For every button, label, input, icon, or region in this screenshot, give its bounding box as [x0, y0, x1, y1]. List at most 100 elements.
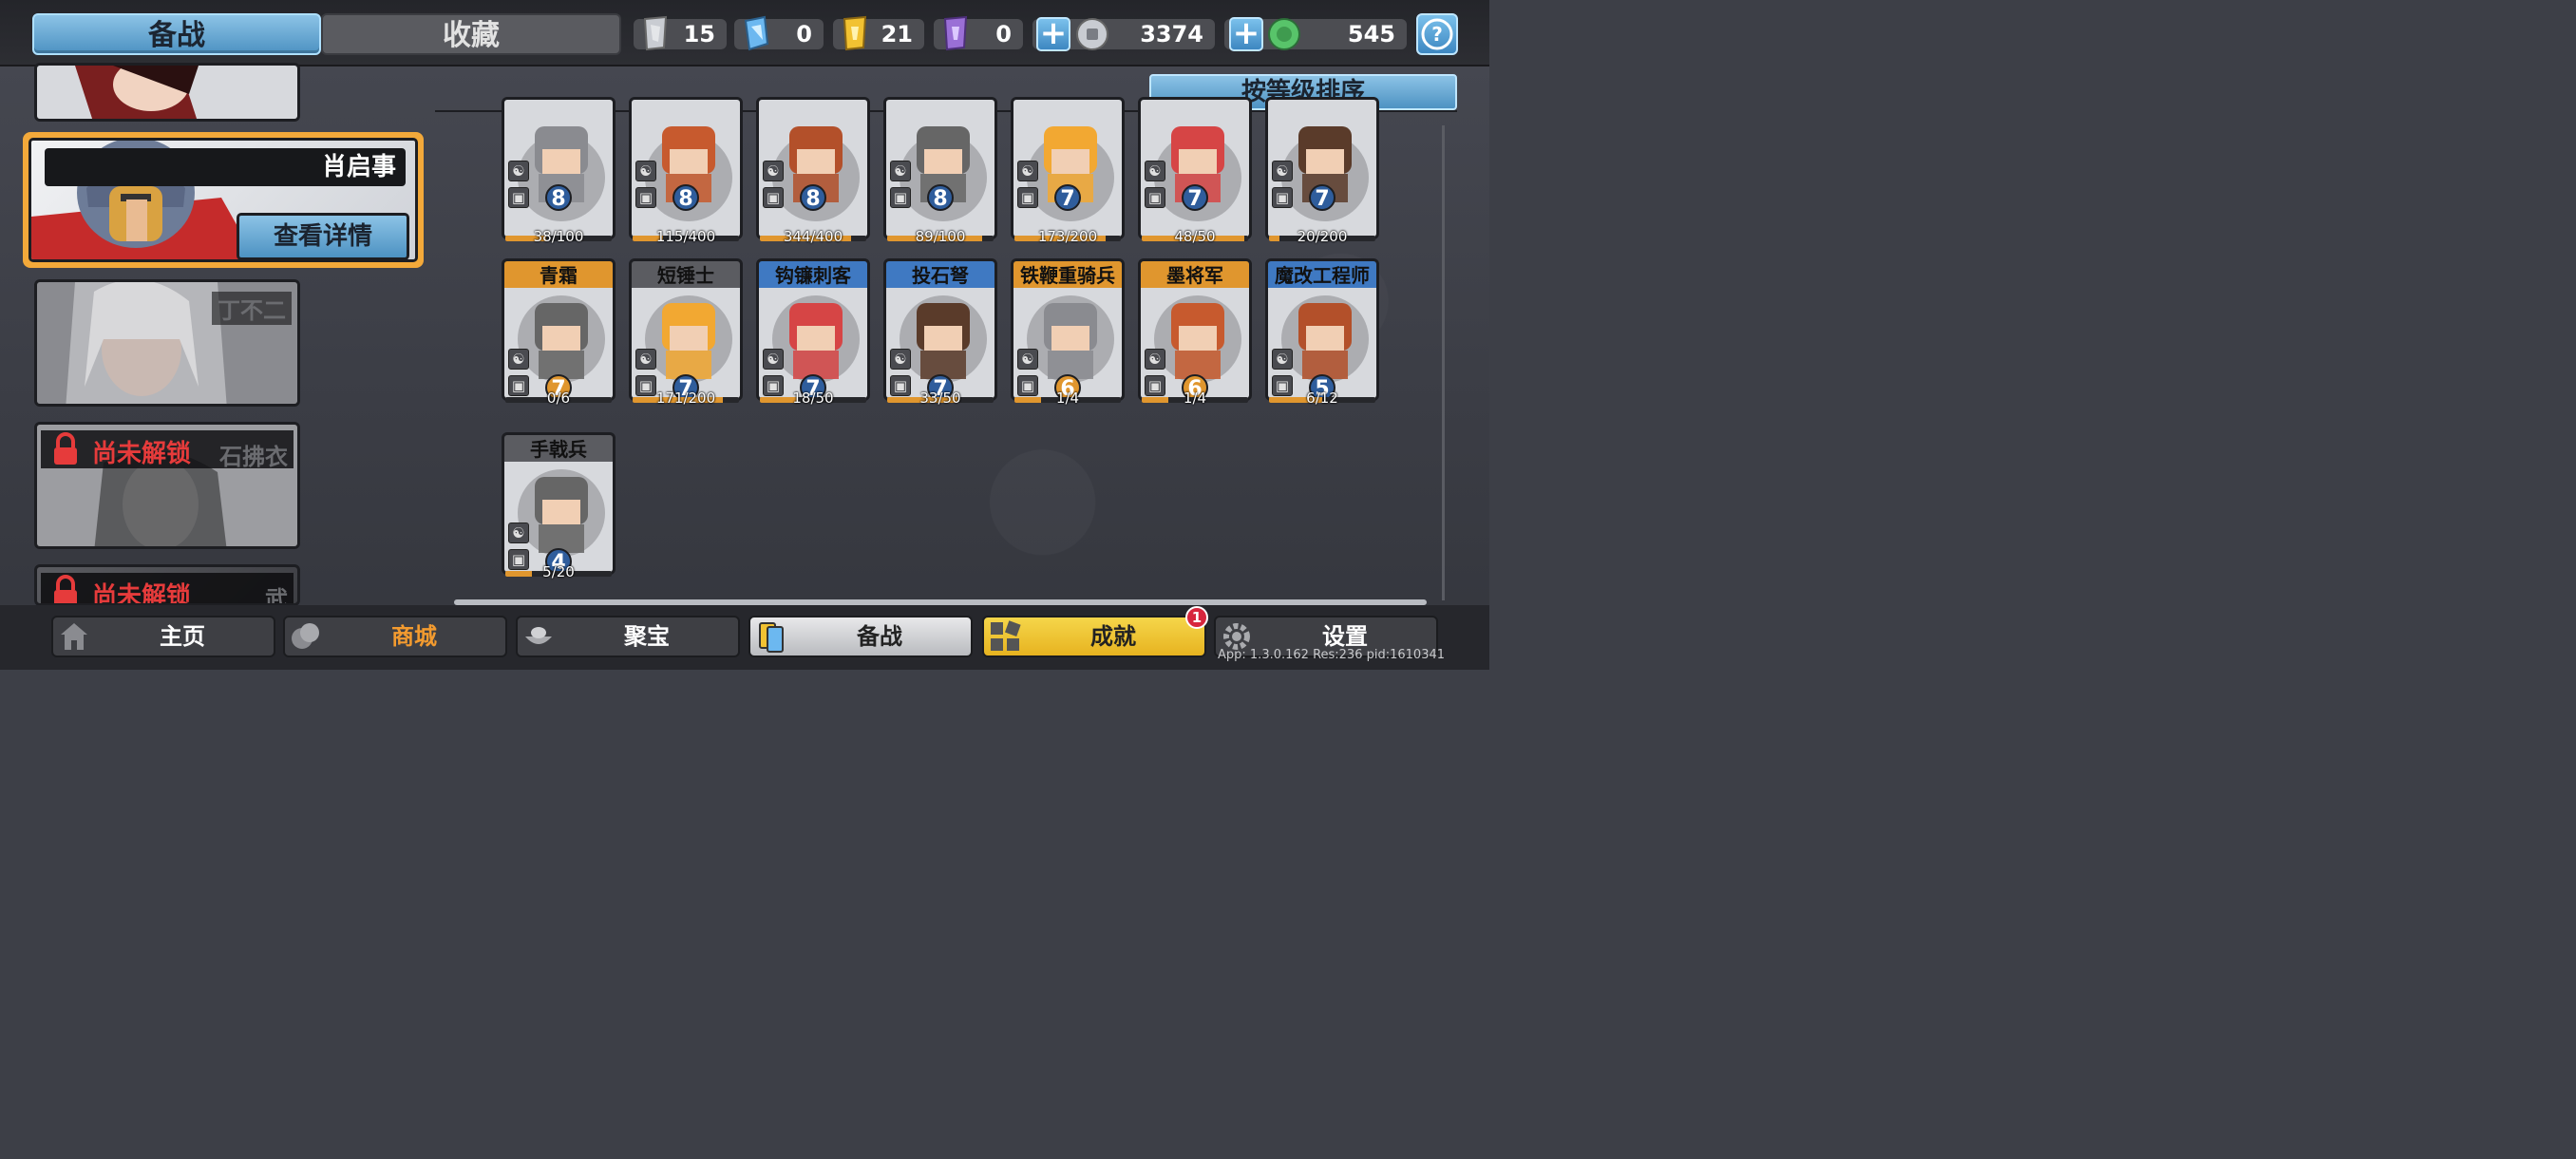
skill-icon: ▣: [890, 187, 911, 208]
unit-shard-count: 20/200: [1297, 228, 1348, 245]
skill-icon: ☯: [1272, 349, 1293, 370]
unit-shard-count: 0/6: [546, 390, 571, 407]
skill-icon: ☯: [890, 349, 911, 370]
skill-icon: ▣: [508, 187, 529, 208]
locked-label: 尚未解锁: [92, 440, 192, 468]
nav-achievement[interactable]: 成就: [982, 616, 1206, 657]
unit-card[interactable]: ☯ ▣ 8 38/100: [502, 97, 616, 249]
unit-portrait: [518, 469, 605, 557]
skill-icon: ☯: [1145, 349, 1165, 370]
resource-silver-scroll: 15: [634, 15, 727, 51]
unit-card-frame: ☯ ▣: [883, 97, 997, 239]
skill-icon: ☯: [890, 161, 911, 181]
unit-shard-count: 33/50: [919, 390, 961, 407]
unit-level: 7: [1309, 184, 1335, 211]
unit-card[interactable]: ☯ ▣ 8 115/400: [629, 97, 743, 249]
unit-level: 8: [545, 184, 572, 211]
unit-card-frame: ☯ ▣: [1011, 97, 1125, 239]
unit-card-frame: ☯ ▣: [629, 97, 743, 239]
unit-card[interactable]: ☯ ▣ 7 173/200: [1011, 97, 1125, 249]
unit-card[interactable]: 墨将军 ☯ ▣ 6 1/4: [1138, 258, 1252, 410]
skill-icon: ☯: [1272, 161, 1293, 181]
help-button[interactable]: ?: [1416, 13, 1458, 55]
resource-gold-scroll: 21: [833, 15, 924, 51]
unit-shard-count: 115/400: [655, 228, 716, 245]
unit-portrait: [1027, 295, 1114, 383]
coins-icon: [292, 623, 319, 649]
nav-shop[interactable]: 商城: [283, 616, 507, 657]
unit-portrait: [518, 295, 605, 383]
blue-crystal-icon: [744, 15, 769, 51]
lock-icon: [54, 575, 77, 603]
view-details-button[interactable]: 查看详情: [237, 213, 409, 259]
unit-portrait: [772, 295, 860, 383]
unit-shard-count: 48/50: [1174, 228, 1216, 245]
skill-icon: ☯: [1145, 161, 1165, 181]
unit-card[interactable]: ☯ ▣ 8 89/100: [883, 97, 997, 249]
resource-purple-scroll: 0: [934, 15, 1023, 51]
nav-prepare[interactable]: 备战: [748, 616, 973, 657]
skill-icon: ☯: [508, 349, 529, 370]
hero-name: 丁不二: [212, 292, 292, 325]
hero-card-locked[interactable]: 尚未解锁 武: [34, 564, 300, 606]
unit-shard-count: 5/20: [542, 563, 575, 580]
hero-name: 肖启事: [45, 148, 406, 186]
skill-icon: ☯: [508, 522, 529, 543]
skill-icon: ☯: [1017, 161, 1038, 181]
unit-card[interactable]: 短锤士 ☯ ▣ 7 171/200: [629, 258, 743, 410]
lock-banner: 尚未解锁 武: [41, 573, 294, 606]
unit-card[interactable]: 魔改工程师 ☯ ▣ 5 6/12: [1265, 258, 1379, 410]
hero-card[interactable]: 丁不二: [34, 279, 300, 407]
unit-card-frame: ☯ ▣: [502, 97, 616, 239]
unit-card[interactable]: 钩镰刺客 ☯ ▣ 7 18/50: [756, 258, 870, 410]
achievement-grid-icon: [991, 620, 1021, 651]
lock-icon: [54, 432, 77, 465]
skill-icon: ▣: [763, 187, 784, 208]
notification-badge: 1: [1185, 606, 1208, 629]
add-jade-button[interactable]: +: [1229, 17, 1263, 51]
unit-shard-count: 38/100: [533, 228, 584, 245]
unit-level: 8: [800, 184, 826, 211]
treasure-bowl-icon: [525, 627, 552, 644]
resource-value: 3374: [1140, 21, 1203, 48]
locked-label: 尚未解锁: [92, 582, 192, 606]
unit-card[interactable]: 投石弩 ☯ ▣ 7 33/50: [883, 258, 997, 410]
resource-value: 0: [796, 21, 812, 48]
cards-icon: [759, 622, 784, 653]
skill-icon: ☯: [1017, 349, 1038, 370]
unit-card[interactable]: 手戟兵 ☯ ▣ 4 5/20: [502, 432, 616, 584]
tab-collection[interactable]: 收藏: [321, 13, 621, 55]
skill-icon: ☯: [763, 349, 784, 370]
house-icon: [61, 623, 87, 650]
nav-label: 成就: [1090, 623, 1136, 650]
nav-label: 备战: [857, 623, 902, 650]
nav-treasure[interactable]: 聚宝: [516, 616, 740, 657]
unit-level: 7: [1182, 184, 1208, 211]
hero-name: 石拂衣: [219, 444, 288, 470]
unit-card-frame: ☯ ▣: [1265, 97, 1379, 239]
unit-card[interactable]: ☯ ▣ 7 48/50: [1138, 97, 1252, 249]
tab-prepare[interactable]: 备战: [32, 13, 321, 55]
hero-name: 武: [265, 586, 288, 606]
skill-icon: ▣: [1017, 187, 1038, 208]
question-icon: ?: [1421, 18, 1453, 50]
unit-shard-count: 1/4: [1055, 390, 1080, 407]
unit-card[interactable]: 青霜 ☯ ▣ 7 0/6: [502, 258, 616, 410]
unit-card[interactable]: ☯ ▣ 7 20/200: [1265, 97, 1379, 249]
unit-portrait: [1154, 295, 1241, 383]
unit-card[interactable]: 铁鞭重骑兵 ☯ ▣ 6 1/4: [1011, 258, 1125, 410]
unit-card-frame: ☯ ▣: [756, 97, 870, 239]
hero-card-selected[interactable]: 肖启事 查看详情: [23, 132, 424, 268]
unit-level: 7: [1054, 184, 1081, 211]
resource-value: 21: [881, 21, 913, 48]
resource-value: 0: [995, 21, 1012, 48]
resource-value: 545: [1347, 21, 1395, 48]
add-silver-button[interactable]: +: [1036, 17, 1070, 51]
unit-card[interactable]: ☯ ▣ 8 344/400: [756, 97, 870, 249]
unit-shard-count: 1/4: [1183, 390, 1207, 407]
hero-card-locked[interactable]: 尚未解锁 石拂衣: [34, 422, 300, 549]
unit-list-scrollbar[interactable]: [1442, 125, 1445, 600]
nav-home[interactable]: 主页: [51, 616, 275, 657]
hero-card-partial[interactable]: [34, 63, 300, 122]
skill-icon: ▣: [1145, 187, 1165, 208]
